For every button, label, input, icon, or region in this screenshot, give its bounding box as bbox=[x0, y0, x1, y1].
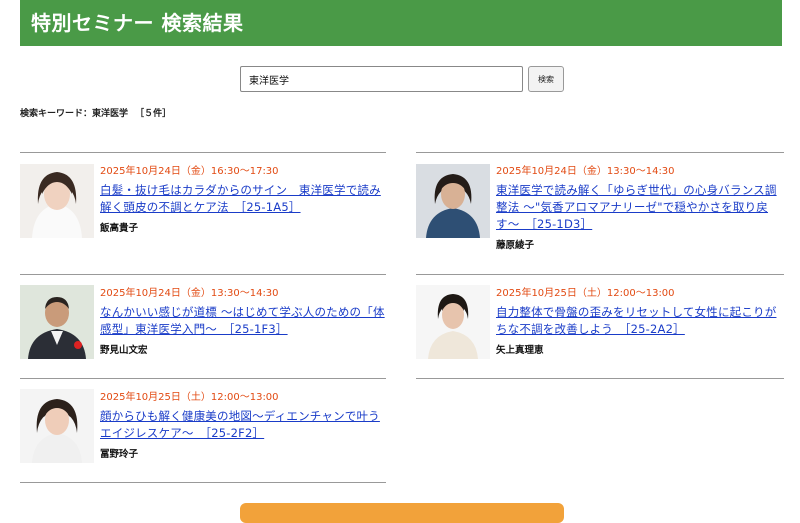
seminar-title-link[interactable]: なんかいい感じが道標 〜はじめて学ぶ人のための「体感型」東洋医学入門〜 ［25-… bbox=[100, 304, 386, 338]
speaker-photo bbox=[416, 164, 490, 238]
speaker-name: 野見山文宏 bbox=[100, 345, 148, 356]
seminar-date: 2025年10月24日（金）13:30～14:30 bbox=[496, 166, 675, 177]
seminar-info: 2025年10月24日（金）16:30～17:30 白髪・抜け毛はカラダからのサ… bbox=[100, 165, 386, 234]
seminar-info: 2025年10月24日（金）13:30～14:30 東洋医学で読み解く「ゆらぎ世… bbox=[496, 165, 784, 251]
seminar-info: 2025年10月24日（金）13:30～14:30 なんかいい感じが道標 〜はじ… bbox=[100, 287, 386, 356]
speaker-name: 矢上真理恵 bbox=[496, 345, 544, 356]
speaker-name: 藤原綾子 bbox=[496, 240, 535, 251]
column-divider bbox=[416, 378, 784, 379]
search-keyword-summary: 検索キーワード：東洋医学 ［５件］ bbox=[20, 106, 175, 119]
speaker-photo bbox=[20, 164, 94, 238]
result-count: ［５件］ bbox=[135, 109, 172, 119]
seminar-card: 2025年10月25日（土）12:00～13:00 自力整体で骨盤の歪みをリセッ… bbox=[416, 274, 784, 378]
speaker-name: 飯高貴子 bbox=[100, 223, 139, 234]
page-header: 特別セミナー 検索結果 bbox=[20, 0, 782, 46]
seminar-title-link[interactable]: 東洋医学で読み解く「ゆらぎ世代」の心身バランス調整法 〜"気香アロマアナリーゼ"… bbox=[496, 182, 784, 233]
seminar-date: 2025年10月25日（土）12:00～13:00 bbox=[100, 392, 279, 403]
seminar-info: 2025年10月25日（土）12:00～13:00 顔からひも解く健康美の地図〜… bbox=[100, 391, 386, 460]
speaker-photo bbox=[416, 285, 490, 359]
search-input[interactable] bbox=[240, 66, 523, 92]
seminar-card: 2025年10月24日（金）16:30～17:30 白髪・抜け毛はカラダからのサ… bbox=[20, 152, 386, 274]
keyword-label: 検索キーワード：東洋医学 bbox=[20, 109, 129, 119]
column-divider bbox=[20, 482, 386, 483]
seminar-title-link[interactable]: 白髪・抜け毛はカラダからのサイン 東洋医学で読み解く頭皮の不調とケア法 ［25-… bbox=[100, 182, 386, 216]
speaker-photo bbox=[20, 285, 94, 359]
speaker-photo bbox=[20, 389, 94, 463]
search-form: 検索 bbox=[240, 66, 564, 92]
search-button[interactable]: 検索 bbox=[528, 66, 564, 92]
speaker-name: 冨野玲子 bbox=[100, 449, 139, 460]
seminar-title-link[interactable]: 顔からひも解く健康美の地図〜ディエンチャンで叶うエイジレスケア〜 ［25-2F2… bbox=[100, 408, 386, 442]
seminar-card: 2025年10月25日（土）12:00～13:00 顔からひも解く健康美の地図〜… bbox=[20, 378, 386, 482]
seminar-info: 2025年10月25日（土）12:00～13:00 自力整体で骨盤の歪みをリセッ… bbox=[496, 287, 784, 356]
seminar-date: 2025年10月25日（土）12:00～13:00 bbox=[496, 288, 675, 299]
seminar-date: 2025年10月24日（金）16:30～17:30 bbox=[100, 166, 279, 177]
more-results-button[interactable] bbox=[240, 503, 564, 523]
seminar-card: 2025年10月24日（金）13:30～14:30 なんかいい感じが道標 〜はじ… bbox=[20, 274, 386, 378]
page-title: 特別セミナー 検索結果 bbox=[31, 11, 244, 35]
seminar-date: 2025年10月24日（金）13:30～14:30 bbox=[100, 288, 279, 299]
seminar-card: 2025年10月24日（金）13:30～14:30 東洋医学で読み解く「ゆらぎ世… bbox=[416, 152, 784, 274]
seminar-title-link[interactable]: 自力整体で骨盤の歪みをリセットして女性に起こりがちな不調を改善しよう ［25-2… bbox=[496, 304, 784, 338]
